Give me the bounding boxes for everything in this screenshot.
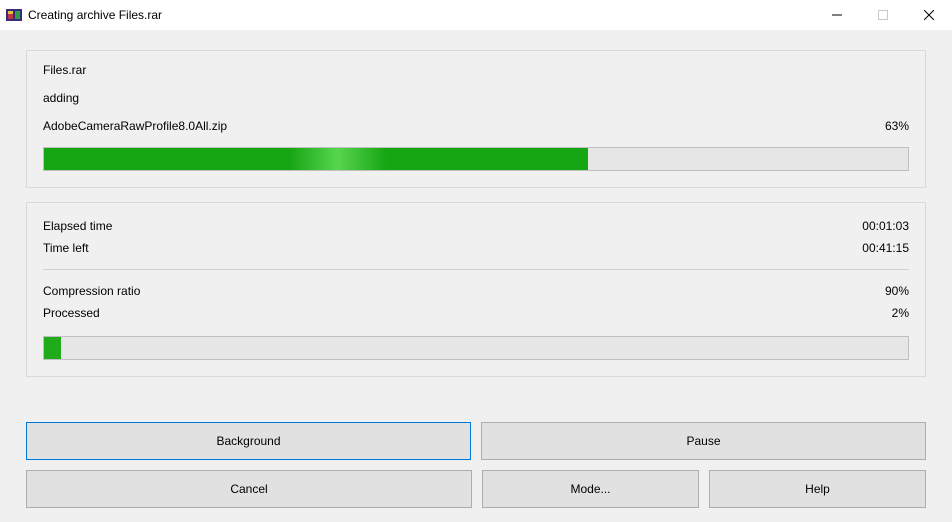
compression-ratio-label: Compression ratio	[43, 284, 140, 298]
time-left-value: 00:41:15	[862, 241, 909, 255]
progress-panel: Files.rar adding AdobeCameraRawProfile8.…	[26, 50, 926, 188]
file-percent: 63%	[885, 119, 909, 133]
background-button[interactable]: Background	[26, 422, 471, 460]
divider	[43, 269, 909, 270]
elapsed-time-value: 00:01:03	[862, 219, 909, 233]
file-progress-bar	[43, 147, 909, 171]
compression-ratio-value: 90%	[885, 284, 909, 298]
help-button[interactable]: Help	[709, 470, 926, 508]
maximize-button	[860, 0, 906, 30]
archive-name: Files.rar	[43, 63, 909, 77]
app-icon	[6, 7, 22, 23]
action-label: adding	[43, 91, 909, 105]
titlebar: Creating archive Files.rar	[0, 0, 952, 30]
stats-panel: Elapsed time 00:01:03 Time left 00:41:15…	[26, 202, 926, 377]
app-window: Creating archive Files.rar Files.rar add…	[0, 0, 952, 522]
client-area: Files.rar adding AdobeCameraRawProfile8.…	[0, 30, 952, 522]
button-area: Background Pause Cancel Mode... Help	[26, 422, 926, 508]
time-left-label: Time left	[43, 241, 89, 255]
current-file: AdobeCameraRawProfile8.0All.zip	[43, 119, 227, 133]
total-progress-bar	[43, 336, 909, 360]
close-button[interactable]	[906, 0, 952, 30]
pause-button[interactable]: Pause	[481, 422, 926, 460]
minimize-button[interactable]	[814, 0, 860, 30]
elapsed-time-label: Elapsed time	[43, 219, 112, 233]
mode-button[interactable]: Mode...	[482, 470, 699, 508]
processed-value: 2%	[892, 306, 909, 320]
processed-label: Processed	[43, 306, 100, 320]
cancel-button[interactable]: Cancel	[26, 470, 472, 508]
window-controls	[814, 0, 952, 30]
window-title: Creating archive Files.rar	[28, 8, 162, 22]
